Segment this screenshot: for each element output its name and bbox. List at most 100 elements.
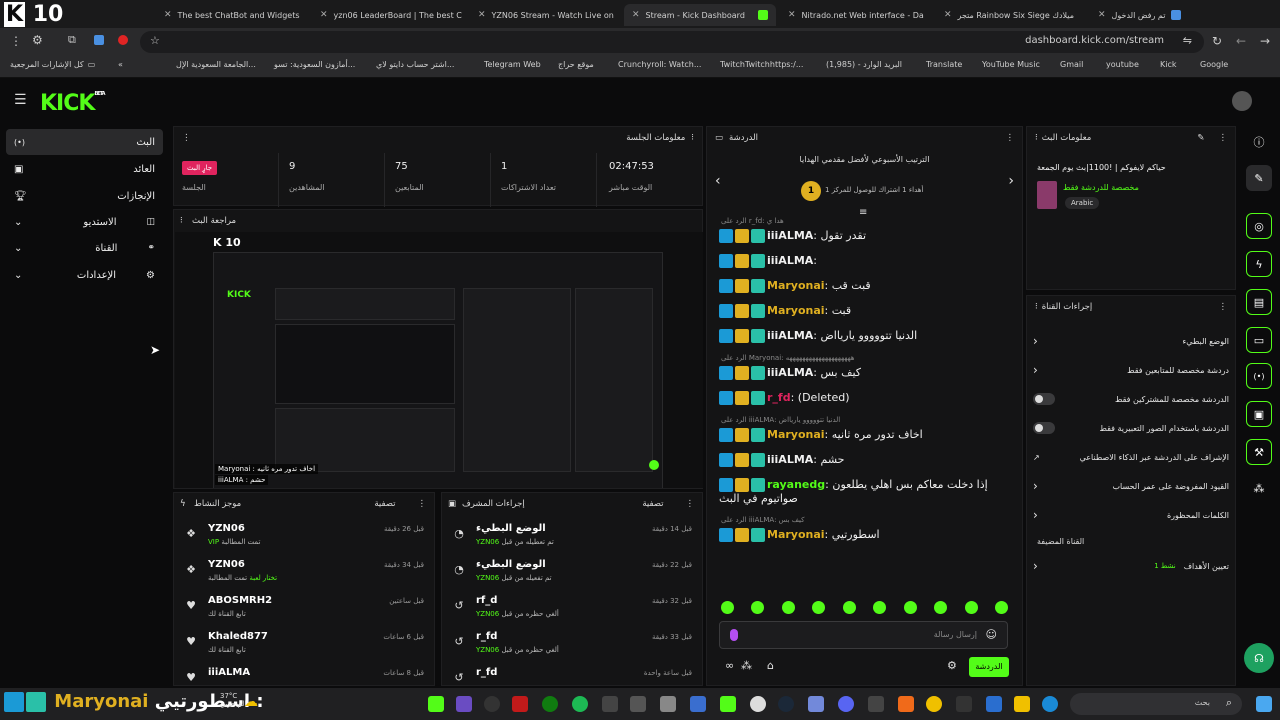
taskbar-search[interactable]: بحث ⌕ (1070, 693, 1242, 715)
chat-settings-icon[interactable]: ⚙ (947, 659, 957, 672)
close-icon[interactable]: ✕ (478, 10, 486, 20)
close-icon[interactable]: ✕ (164, 10, 172, 20)
app-icon[interactable] (868, 696, 884, 712)
clipboard-icon[interactable]: ▤ (1246, 289, 1272, 315)
app-icon[interactable] (808, 696, 824, 712)
broadcast-icon[interactable]: (•) (1246, 363, 1272, 389)
chrome-icon[interactable] (926, 696, 942, 712)
bolt-icon[interactable]: ϟ (1246, 251, 1272, 277)
menu-dots-icon[interactable]: ⋮ (10, 34, 22, 48)
more-icon[interactable]: ⋮ (418, 499, 427, 509)
app-icon[interactable] (660, 696, 676, 712)
bookmark-youtube[interactable]: youtube (1106, 60, 1139, 69)
toggle-switch[interactable] (1033, 393, 1055, 405)
send-button[interactable]: الدردشة (969, 657, 1009, 677)
edit-icon[interactable]: ✎ (1197, 133, 1204, 143)
bookmarks-overflow-icon[interactable]: « (118, 60, 123, 69)
chat-message[interactable]: iiiALMA: الدنيا تتووووو ياريااض (719, 329, 1012, 343)
emote[interactable] (903, 601, 917, 614)
emote[interactable] (964, 601, 978, 614)
app-icon[interactable] (956, 696, 972, 712)
nav-channel[interactable]: ⌄ القناة ⚭ (6, 235, 163, 261)
chat-input[interactable]: إرسال رسالة ☺ (719, 621, 1008, 649)
app-icon[interactable] (898, 696, 914, 712)
set-goals-row[interactable]: › نشط 1 تعيين الأهداف (1033, 555, 1229, 577)
tab-yzn06-stream[interactable]: ✕ YZN06 Stream - Watch Live on (470, 4, 620, 26)
chat-bubble-icon[interactable]: ▭ (1246, 327, 1272, 353)
target-icon[interactable]: ◎ (1246, 213, 1272, 239)
nav-achievements[interactable]: 🏆︎ الإنجازات (6, 183, 163, 209)
forward-icon[interactable]: → (1260, 34, 1270, 48)
chat-message[interactable]: rayanedg: إذا دخلت معاكم بس اهلي يطلعون … (719, 478, 1012, 505)
bookmark-translate[interactable]: Translate (926, 60, 962, 69)
wrench-icon[interactable]: ⚒ (1246, 439, 1272, 465)
info-icon[interactable]: ⓘ (1246, 129, 1272, 155)
vpn-icon[interactable] (94, 35, 104, 45)
app-icon[interactable] (750, 696, 766, 712)
extension-icon[interactable]: ⚙ (32, 33, 43, 47)
chat-users-icon[interactable]: ∞ (725, 659, 734, 672)
hamburger-icon[interactable]: ☰ (14, 92, 27, 108)
people-icon[interactable]: ⁂ (1246, 475, 1272, 501)
shield-icon[interactable]: ▣ (1246, 401, 1272, 427)
more-icon[interactable]: ⋮ (686, 499, 695, 509)
channel-action-row[interactable]: الدردشة باستخدام الصور التعبيرية فقط (1033, 417, 1229, 439)
bookmark-crunchyroll[interactable]: Crunchyroll: Watch... (618, 60, 701, 69)
screenshot-icon[interactable]: ⧉ (68, 33, 76, 47)
more-icon[interactable]: ⋮ (1219, 302, 1228, 312)
tab-access-denied[interactable]: ✕ تم رفض الدخول (1090, 4, 1250, 26)
more-icon[interactable]: ⋮ (1219, 133, 1228, 143)
bookmark-all[interactable]: كل الإشارات المرجعية ▭ (10, 60, 95, 69)
close-icon[interactable]: ✕ (632, 10, 640, 20)
app-icon[interactable] (484, 696, 500, 712)
chevron-left-icon[interactable]: ‹ (715, 173, 721, 189)
app-icon[interactable] (720, 696, 736, 712)
app-icon[interactable] (456, 696, 472, 712)
app-icon[interactable] (986, 696, 1002, 712)
emote[interactable] (994, 601, 1008, 614)
channel-action-row[interactable]: الدردشة مخصصة للمشتركين فقط (1033, 388, 1229, 410)
drag-handle-icon[interactable]: ⁝ (691, 133, 694, 143)
chat-message[interactable]: iiiALMA: كيف بس (719, 366, 1012, 380)
emote[interactable] (812, 601, 826, 614)
bookmark-amazon[interactable]: أمازون السعودية: تسو... (274, 60, 355, 69)
more-icon[interactable]: ⋮ (182, 133, 191, 143)
omnibox[interactable]: ☆ dashboard.kick.com/stream ⇋ (140, 31, 1204, 53)
chat-message[interactable]: iiiALMA: (719, 254, 1012, 268)
emote[interactable] (934, 601, 948, 614)
app-icon[interactable] (690, 696, 706, 712)
drag-handle-icon[interactable]: ⁝ (180, 216, 183, 226)
chat-message[interactable]: Maryonai: قبت (719, 304, 1012, 318)
chat-message[interactable]: Maryonai: اخاف تدور مره ثانيه (719, 428, 1012, 442)
drag-handle-icon[interactable]: ⁝ (1035, 302, 1038, 312)
tab-rainbow-six[interactable]: ✕ متجر Rainbow Six Siege ميلادك (936, 4, 1086, 26)
emote[interactable] (721, 601, 734, 614)
chat-message[interactable]: Maryonai: قبت قب (719, 279, 1012, 293)
bookmark-kick[interactable]: Kick (1160, 60, 1177, 69)
category-thumbnail[interactable] (1037, 181, 1057, 209)
edge-icon[interactable] (1042, 696, 1058, 712)
bookmark-haraj[interactable]: موقع حراج (558, 60, 594, 69)
spotify-icon[interactable] (572, 696, 588, 712)
toggle-switch[interactable] (1033, 422, 1055, 434)
filter-button[interactable]: تصفية (642, 499, 663, 509)
edit-icon[interactable]: ✎ (1246, 165, 1272, 191)
avatar[interactable] (1232, 91, 1252, 111)
steam-icon[interactable] (778, 696, 794, 712)
channel-action-row[interactable]: › دردشة مخصصة للمتابعين فقط (1033, 359, 1229, 381)
chat-people-icon[interactable]: ⁂ (741, 659, 752, 672)
app-icon[interactable] (838, 696, 854, 712)
mic-icon[interactable] (730, 629, 738, 641)
tab-kick-watch[interactable]: ✕ The best ChatBot and Widgets (156, 4, 306, 26)
tab-nitrado[interactable]: ✕ Nitrado.net Web interface - Da (780, 4, 930, 26)
bookmark-google[interactable]: Google (1200, 60, 1228, 69)
windows-start-icon[interactable] (1256, 696, 1272, 712)
adblock-icon[interactable] (118, 35, 128, 45)
close-icon[interactable]: ✕ (1098, 10, 1106, 20)
tab-leaderboard[interactable]: ✕ yzn06 LeaderBoard | The best C (312, 4, 462, 26)
star-icon[interactable]: ☆ (150, 34, 160, 47)
app-icon[interactable] (428, 696, 444, 712)
close-icon[interactable]: ✕ (788, 10, 796, 20)
nav-studio[interactable]: ⌄ الاستديو ◫ (6, 209, 163, 235)
emote[interactable] (751, 601, 765, 614)
